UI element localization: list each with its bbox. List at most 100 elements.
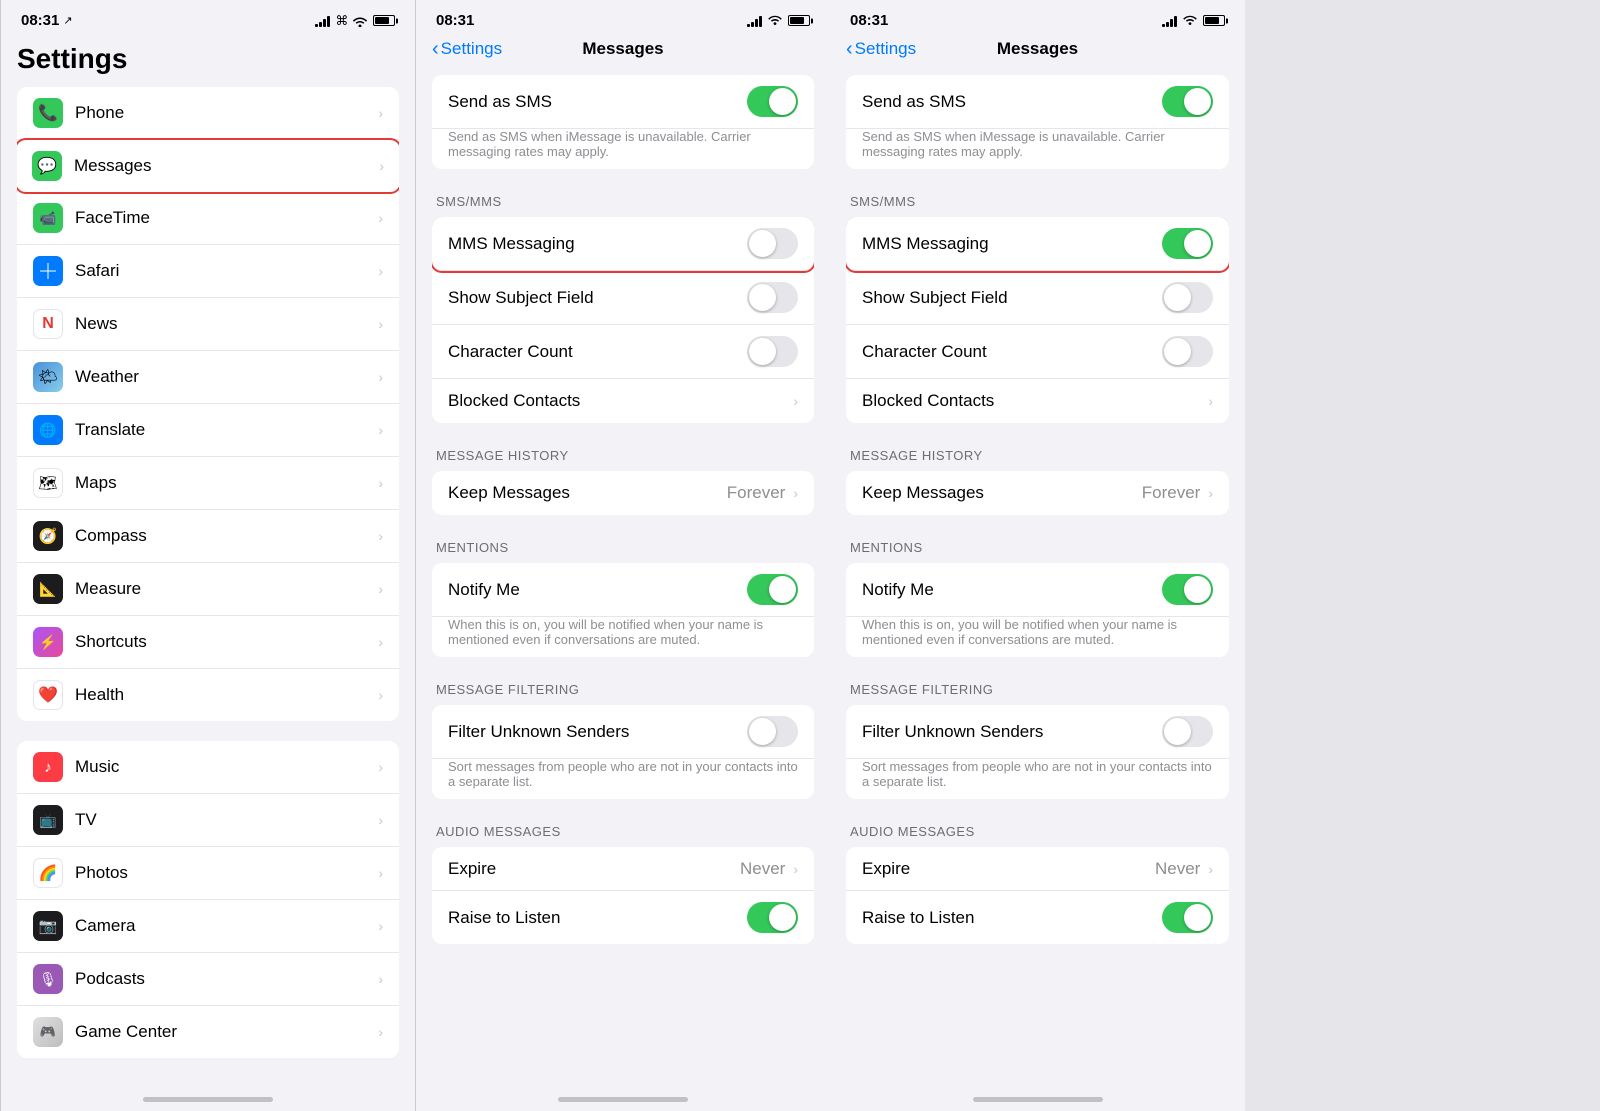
- settings-row-gamecenter[interactable]: 🎮 Game Center ›: [17, 1006, 399, 1058]
- health-label: Health: [75, 685, 374, 705]
- settings-row-maps[interactable]: 🗺 Maps ›: [17, 457, 399, 510]
- settings-scroll-1[interactable]: 📞 Phone › 💬 Messages › 📹: [1, 87, 415, 1091]
- settings-row-shortcuts[interactable]: ⚡ Shortcuts ›: [17, 616, 399, 669]
- settings-row-tv[interactable]: 📺 TV ›: [17, 794, 399, 847]
- settings-row-compass[interactable]: 🧭 Compass ›: [17, 510, 399, 563]
- sms-mms-group-2: MMS Messaging Show Subject Field Charact…: [432, 217, 814, 423]
- send-as-sms-toggle-3[interactable]: [1162, 86, 1213, 117]
- show-subject-toggle-2[interactable]: [747, 282, 798, 313]
- char-count-row-2[interactable]: Character Count: [432, 325, 814, 379]
- translate-icon: 🌐: [33, 415, 63, 445]
- expire-value-3: Never: [1155, 859, 1200, 879]
- blocked-contacts-label-3: Blocked Contacts: [862, 391, 1204, 411]
- msg-history-group-2: Keep Messages Forever ›: [432, 471, 814, 515]
- char-count-toggle-3[interactable]: [1162, 336, 1213, 367]
- settings-row-phone[interactable]: 📞 Phone ›: [17, 87, 399, 140]
- settings-row-health[interactable]: ❤️ Health ›: [17, 669, 399, 721]
- filter-sub-2: Sort messages from people who are not in…: [432, 759, 814, 799]
- raise-to-listen-toggle-2[interactable]: [747, 902, 798, 933]
- filter-unknown-toggle-3[interactable]: [1162, 716, 1213, 747]
- char-count-label-2: Character Count: [448, 342, 747, 362]
- tv-chevron: ›: [378, 812, 383, 828]
- filter-unknown-row-3[interactable]: Filter Unknown Senders: [846, 705, 1229, 759]
- mms-messaging-row-3[interactable]: MMS Messaging: [846, 217, 1229, 271]
- home-indicator-2: [416, 1091, 830, 1111]
- back-button-3[interactable]: ‹ Settings: [846, 39, 916, 59]
- podcasts-icon: 🎙: [33, 964, 63, 994]
- music-icon: ♪: [33, 752, 63, 782]
- mentions-label-3: MENTIONS: [830, 535, 1245, 563]
- expire-label-3: Expire: [862, 859, 1155, 879]
- show-subject-row-3[interactable]: Show Subject Field: [846, 271, 1229, 325]
- maps-icon: 🗺: [33, 468, 63, 498]
- show-subject-label-2: Show Subject Field: [448, 288, 747, 308]
- sms-mms-group-3: MMS Messaging Show Subject Field Charact…: [846, 217, 1229, 423]
- msg-filtering-group-2: Filter Unknown Senders Sort messages fro…: [432, 705, 814, 799]
- raise-to-listen-row-3[interactable]: Raise to Listen: [846, 891, 1229, 944]
- settings-row-photos[interactable]: 🌈 Photos ›: [17, 847, 399, 900]
- status-icons-1: ⌘: [315, 13, 395, 29]
- blocked-contacts-row-2[interactable]: Blocked Contacts ›: [432, 379, 814, 423]
- phone-label: Phone: [75, 103, 374, 123]
- nav-header-3: ‹ Settings Messages: [830, 35, 1245, 67]
- show-subject-toggle-3[interactable]: [1162, 282, 1213, 313]
- settings-row-translate[interactable]: 🌐 Translate ›: [17, 404, 399, 457]
- mms-messaging-row-2[interactable]: MMS Messaging: [432, 217, 814, 271]
- raise-to-listen-row-2[interactable]: Raise to Listen: [432, 891, 814, 944]
- settings-row-music[interactable]: ♪ Music ›: [17, 741, 399, 794]
- settings-row-safari[interactable]: Safari ›: [17, 245, 399, 298]
- safari-chevron: ›: [378, 263, 383, 279]
- weather-chevron: ›: [378, 369, 383, 385]
- notify-me-toggle-2[interactable]: [747, 574, 798, 605]
- char-count-row-3[interactable]: Character Count: [846, 325, 1229, 379]
- settings-row-messages[interactable]: 💬 Messages ›: [17, 140, 399, 192]
- notify-me-row-3[interactable]: Notify Me: [846, 563, 1229, 617]
- page-title-2: Messages: [582, 39, 663, 59]
- send-as-sms-row-3[interactable]: Send as SMS: [846, 75, 1229, 129]
- send-as-sms-row-2[interactable]: Send as SMS: [432, 75, 814, 129]
- settings-row-weather[interactable]: 🌤 Weather ›: [17, 351, 399, 404]
- notify-me-row-2[interactable]: Notify Me: [432, 563, 814, 617]
- audio-messages-group-2: Expire Never › Raise to Listen: [432, 847, 814, 944]
- expire-row-2[interactable]: Expire Never ›: [432, 847, 814, 891]
- filter-unknown-toggle-2[interactable]: [747, 716, 798, 747]
- notify-me-toggle-3[interactable]: [1162, 574, 1213, 605]
- facetime-chevron: ›: [378, 210, 383, 226]
- mms-messaging-toggle-2[interactable]: [747, 228, 798, 259]
- filter-unknown-row-2[interactable]: Filter Unknown Senders: [432, 705, 814, 759]
- keep-messages-row-3[interactable]: Keep Messages Forever ›: [846, 471, 1229, 515]
- mentions-group-3: Notify Me When this is on, you will be n…: [846, 563, 1229, 657]
- keep-messages-row-2[interactable]: Keep Messages Forever ›: [432, 471, 814, 515]
- show-subject-row-2[interactable]: Show Subject Field: [432, 271, 814, 325]
- news-label: News: [75, 314, 374, 334]
- mms-messaging-toggle-3[interactable]: [1162, 228, 1213, 259]
- msg-history-label-2: MESSAGE HISTORY: [416, 443, 830, 471]
- settings-row-news[interactable]: N News ›: [17, 298, 399, 351]
- back-button-2[interactable]: ‹ Settings: [432, 39, 502, 59]
- settings-row-podcasts[interactable]: 🎙 Podcasts ›: [17, 953, 399, 1006]
- facetime-icon: 📹: [33, 203, 63, 233]
- raise-to-listen-label-2: Raise to Listen: [448, 908, 747, 928]
- raise-to-listen-toggle-3[interactable]: [1162, 902, 1213, 933]
- raise-to-listen-label-3: Raise to Listen: [862, 908, 1162, 928]
- expire-row-3[interactable]: Expire Never ›: [846, 847, 1229, 891]
- send-as-sms-toggle-2[interactable]: [747, 86, 798, 117]
- settings-row-camera[interactable]: 📷 Camera ›: [17, 900, 399, 953]
- status-bar-3: 08:31: [830, 0, 1245, 35]
- music-chevron: ›: [378, 759, 383, 775]
- send-as-sms-label-2: Send as SMS: [448, 92, 747, 112]
- messages-scroll-2[interactable]: Send as SMS Send as SMS when iMessage is…: [416, 67, 830, 1091]
- msg-filtering-label-3: MESSAGE FILTERING: [830, 677, 1245, 705]
- camera-label: Camera: [75, 916, 374, 936]
- blocked-contacts-row-3[interactable]: Blocked Contacts ›: [846, 379, 1229, 423]
- messages-scroll-3[interactable]: Send as SMS Send as SMS when iMessage is…: [830, 67, 1245, 1091]
- photos-icon: 🌈: [33, 858, 63, 888]
- settings-row-measure[interactable]: 📐 Measure ›: [17, 563, 399, 616]
- nav-header-2: ‹ Settings Messages: [416, 35, 830, 67]
- settings-row-facetime[interactable]: 📹 FaceTime ›: [17, 192, 399, 245]
- char-count-toggle-2[interactable]: [747, 336, 798, 367]
- settings-group-bottom: ♪ Music › 📺 TV › 🌈 Photos ›: [17, 741, 399, 1058]
- char-count-label-3: Character Count: [862, 342, 1162, 362]
- weather-icon: 🌤: [33, 362, 63, 392]
- notify-me-label-3: Notify Me: [862, 580, 1162, 600]
